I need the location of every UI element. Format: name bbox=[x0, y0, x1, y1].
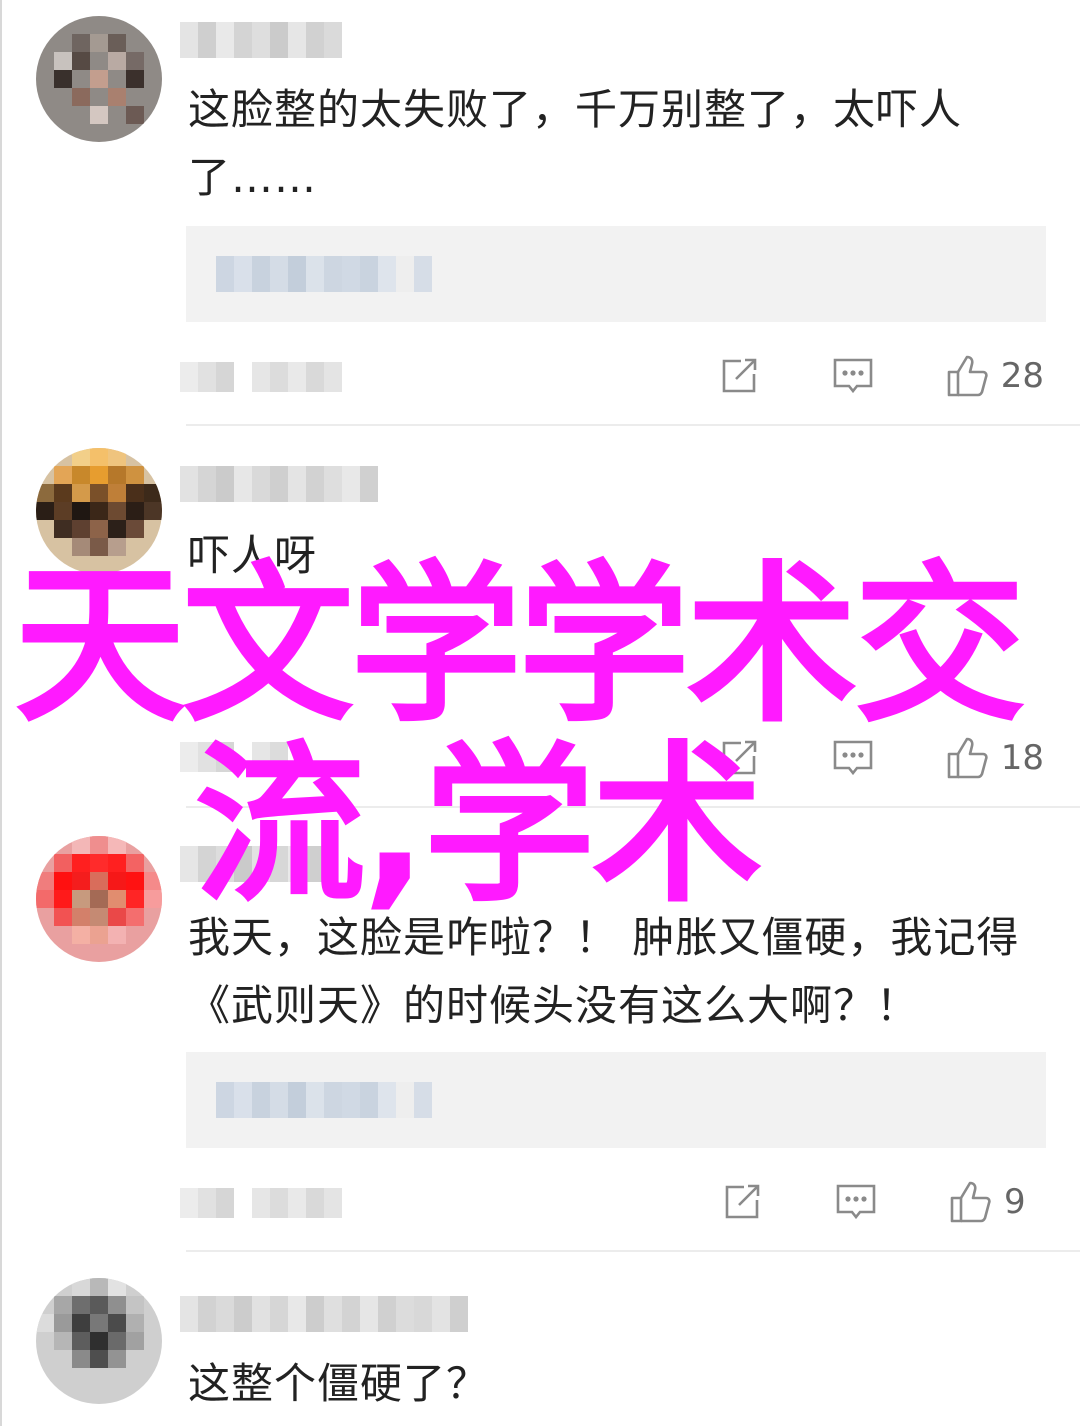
timestamp-blurred bbox=[180, 742, 288, 772]
divider bbox=[186, 806, 1080, 808]
divider bbox=[186, 424, 1080, 426]
username-blurred[interactable] bbox=[180, 846, 324, 882]
comment-text: 这脸整的太失败了，千万别整了，太吓人了…… bbox=[188, 85, 963, 202]
username-blurred[interactable] bbox=[180, 1296, 468, 1332]
like-count: 18 bbox=[1000, 738, 1044, 778]
username-blurred[interactable] bbox=[180, 22, 342, 58]
reply-preview[interactable] bbox=[186, 1052, 1046, 1148]
timestamp-blurred bbox=[180, 362, 342, 392]
comment-actions: 18 bbox=[647, 734, 1044, 782]
share-icon[interactable] bbox=[720, 1180, 764, 1224]
avatar[interactable] bbox=[36, 1278, 162, 1404]
share-icon[interactable] bbox=[717, 736, 761, 780]
timestamp-blurred bbox=[180, 1188, 342, 1218]
comment-icon[interactable] bbox=[831, 354, 875, 398]
like-count: 9 bbox=[1004, 1182, 1026, 1222]
comment-icon[interactable] bbox=[834, 1180, 878, 1224]
comment-text: 我天，这脸是咋啦？！ 肿胀又僵硬，我记得《武则天》的时候头没有这么大啊？！ bbox=[188, 913, 1020, 1030]
avatar[interactable] bbox=[36, 836, 162, 962]
reply-text-blurred bbox=[216, 256, 432, 292]
thumbs-up-icon[interactable] bbox=[945, 736, 989, 780]
comment-text: 吓人呀 bbox=[188, 531, 318, 580]
comment-icon[interactable] bbox=[831, 736, 875, 780]
username-blurred[interactable] bbox=[180, 466, 378, 502]
comment-actions: 28 bbox=[647, 352, 1044, 400]
divider bbox=[186, 1250, 1080, 1252]
avatar[interactable] bbox=[36, 448, 162, 574]
thumbs-up-icon[interactable] bbox=[945, 354, 989, 398]
thumbs-up-icon[interactable] bbox=[948, 1180, 992, 1224]
share-icon[interactable] bbox=[717, 354, 761, 398]
reply-text-blurred bbox=[216, 1082, 432, 1118]
reply-preview[interactable] bbox=[186, 226, 1046, 322]
comment-text: 这整个僵硬了？ bbox=[188, 1359, 490, 1408]
comment-actions: 9 bbox=[650, 1178, 1044, 1226]
like-count: 28 bbox=[1000, 356, 1044, 396]
avatar[interactable] bbox=[36, 16, 162, 142]
left-edge bbox=[0, 0, 2, 1426]
